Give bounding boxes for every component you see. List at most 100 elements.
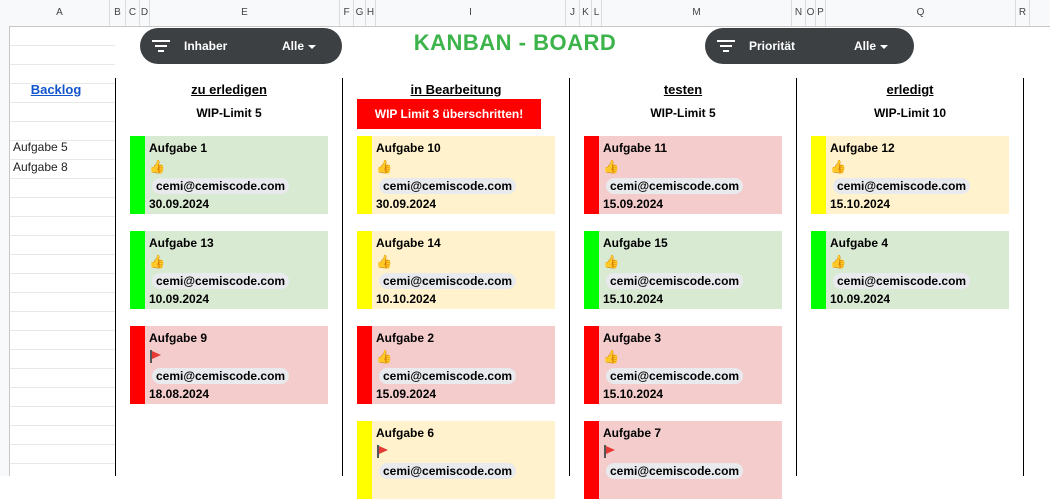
owner-chip[interactable]: cemi@cemiscode.com [379, 463, 517, 479]
filter-icon [152, 39, 170, 53]
flag-icon [149, 350, 161, 365]
column-header-erledigt: erledigt [886, 82, 934, 97]
owner-chip[interactable]: cemi@cemiscode.com [606, 273, 744, 289]
wip-limit-label: WIP-Limit 10 [873, 106, 946, 120]
backlog-item[interactable]: Aufgabe 8 [13, 160, 68, 174]
task-card[interactable]: Aufgabe 15 👍 cemi@cemiscode.com 15.10.2024 [584, 231, 782, 309]
thumbs-up-icon: 👍 [603, 349, 620, 364]
owner-chip[interactable]: cemi@cemiscode.com [606, 463, 744, 479]
task-card[interactable]: Aufgabe 11 👍 cemi@cemiscode.com 15.09.2024 [584, 136, 782, 214]
column-divider [569, 78, 570, 476]
column-header-p[interactable]: P [816, 0, 826, 26]
task-title: Aufgabe 3 [603, 331, 662, 345]
task-title: Aufgabe 12 [830, 141, 895, 155]
grid-line [10, 45, 115, 46]
column-header-l[interactable]: L [592, 0, 602, 26]
column-header-c[interactable]: C [126, 0, 140, 26]
task-title: Aufgabe 15 [603, 236, 668, 250]
task-title: Aufgabe 4 [830, 236, 889, 250]
owner-filter[interactable]: Inhaber Alle [140, 28, 342, 64]
task-card[interactable]: Aufgabe 12 👍 cemi@cemiscode.com 15.10.2024 [811, 136, 1009, 214]
grid-line [10, 121, 115, 122]
task-title: Aufgabe 6 [376, 426, 435, 440]
priority-filter[interactable]: Priorität Alle [705, 28, 914, 64]
grid-line [10, 292, 115, 293]
due-date: 15.10.2024 [603, 387, 664, 401]
owner-chip[interactable]: cemi@cemiscode.com [606, 178, 744, 194]
thumbs-up-icon: 👍 [603, 254, 620, 269]
owner-chip[interactable]: cemi@cemiscode.com [606, 368, 744, 384]
status-bar [584, 326, 599, 404]
column-header-b[interactable]: B [110, 0, 126, 26]
wip-limit-label: WIP-Limit 5 [196, 106, 262, 120]
status-bar [584, 136, 599, 214]
grid-line [10, 216, 115, 217]
column-header-a[interactable]: A [10, 0, 110, 26]
column-header-g[interactable]: G [354, 0, 366, 26]
column-header-k[interactable]: K [580, 0, 592, 26]
status-bar [357, 421, 372, 499]
column-divider [796, 78, 797, 476]
column-header-j[interactable]: J [566, 0, 580, 26]
task-card[interactable]: Aufgabe 3 👍 cemi@cemiscode.com 15.10.2024 [584, 326, 782, 404]
task-card[interactable]: Aufgabe 10 👍 cemi@cemiscode.com 30.09.2024 [357, 136, 555, 214]
column-header-h[interactable]: H [366, 0, 376, 26]
status-bar [811, 136, 826, 214]
owner-chip[interactable]: cemi@cemiscode.com [379, 273, 517, 289]
column-header-r[interactable]: R [1016, 0, 1030, 26]
status-bar [811, 231, 826, 309]
status-bar [357, 231, 372, 309]
grid-line [10, 425, 115, 426]
grid-line [10, 254, 115, 255]
status-bar [357, 326, 372, 404]
column-header-e[interactable]: E [150, 0, 340, 26]
backlog-item[interactable]: Aufgabe 5 [13, 140, 68, 154]
thumbs-up-icon: 👍 [603, 159, 620, 174]
row-header-gutter [0, 26, 10, 476]
grid-line [10, 273, 115, 274]
task-card[interactable]: Aufgabe 2 👍 cemi@cemiscode.com 15.09.2024 [357, 326, 555, 404]
column-header-m[interactable]: M [602, 0, 792, 26]
owner-filter-label: Inhaber [184, 39, 228, 53]
task-title: Aufgabe 7 [603, 426, 662, 440]
priority-filter-value[interactable]: Alle [854, 39, 888, 53]
column-header-q[interactable]: Q [826, 0, 1016, 26]
owner-chip[interactable]: cemi@cemiscode.com [379, 178, 517, 194]
grid-line [10, 387, 115, 388]
task-card[interactable]: Aufgabe 4 👍 cemi@cemiscode.com 10.09.2024 [811, 231, 1009, 309]
task-card[interactable]: Aufgabe 1 👍 cemi@cemiscode.com 30.09.2024 [130, 136, 328, 214]
task-card[interactable]: Aufgabe 13 👍 cemi@cemiscode.com 10.09.2024 [130, 231, 328, 309]
owner-chip[interactable]: cemi@cemiscode.com [379, 368, 517, 384]
owner-chip[interactable]: cemi@cemiscode.com [152, 368, 290, 384]
owner-filter-value[interactable]: Alle [282, 39, 316, 53]
column-header-d[interactable]: D [140, 0, 150, 26]
task-title: Aufgabe 14 [376, 236, 441, 250]
due-date: 10.10.2024 [376, 292, 437, 306]
column-header-i[interactable]: I [376, 0, 566, 26]
column-header-o[interactable]: O [806, 0, 816, 26]
status-bar [130, 136, 145, 214]
grid-line [10, 330, 115, 331]
due-date: 10.09.2024 [830, 292, 891, 306]
page-title: KANBAN - BOARD [413, 30, 617, 55]
grid-line [10, 349, 115, 350]
column-header-n[interactable]: N [792, 0, 806, 26]
due-date: 15.09.2024 [376, 387, 437, 401]
task-card[interactable]: Aufgabe 9 cemi@cemiscode.com 18.08.2024 [130, 326, 328, 404]
column-divider [342, 78, 343, 476]
task-card[interactable]: Aufgabe 14 👍 cemi@cemiscode.com 10.10.2024 [357, 231, 555, 309]
column-header-f[interactable]: F [340, 0, 354, 26]
due-date: 30.09.2024 [149, 197, 210, 211]
thumbs-up-icon: 👍 [376, 254, 393, 269]
task-card[interactable]: Aufgabe 7 cemi@cemiscode.com [584, 421, 782, 499]
thumbs-up-icon: 👍 [376, 349, 393, 364]
owner-chip[interactable]: cemi@cemiscode.com [152, 178, 290, 194]
status-bar [357, 136, 372, 214]
backlog-link[interactable]: Backlog [10, 82, 102, 97]
owner-chip[interactable]: cemi@cemiscode.com [833, 273, 971, 289]
grid-line [10, 197, 115, 198]
owner-chip[interactable]: cemi@cemiscode.com [152, 273, 290, 289]
column-header-empty [1030, 0, 1050, 26]
task-card[interactable]: Aufgabe 6 cemi@cemiscode.com [357, 421, 555, 499]
owner-chip[interactable]: cemi@cemiscode.com [833, 178, 971, 194]
